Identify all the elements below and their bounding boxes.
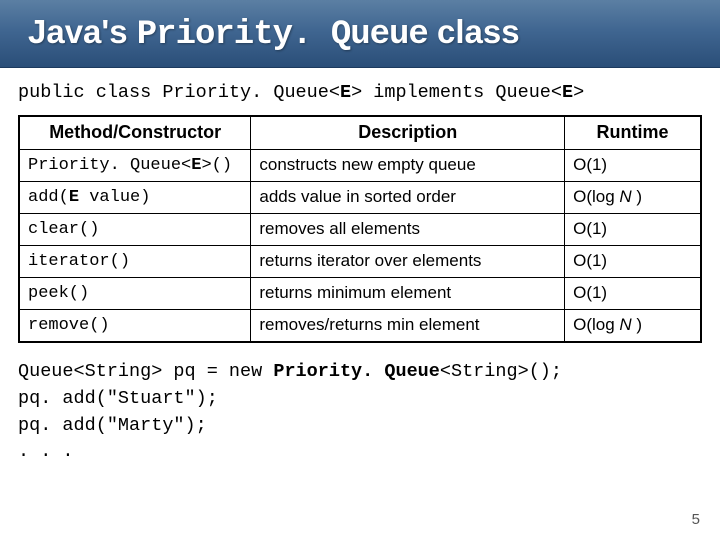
cell-method: remove() — [19, 310, 251, 343]
cell-description: removes all elements — [251, 214, 565, 246]
title-bar: Java's Priority. Queue class — [0, 0, 720, 68]
code-line: Queue<String> pq = new Priority. Queue<S… — [18, 359, 702, 386]
cell-description: constructs new empty queue — [251, 150, 565, 182]
page-number: 5 — [692, 511, 700, 528]
table-row: add(E value) adds value in sorted order … — [19, 182, 701, 214]
sig-post: > — [573, 82, 584, 103]
cell-description: removes/returns min element — [251, 310, 565, 343]
slide-content: public class Priority. Queue<E> implemen… — [0, 68, 720, 466]
table-row: peek() returns minimum element O(1) — [19, 278, 701, 310]
cell-runtime: O(1) — [565, 246, 701, 278]
cell-runtime: O(1) — [565, 214, 701, 246]
cell-runtime: O(1) — [565, 150, 701, 182]
cell-runtime: O(log N ) — [565, 310, 701, 343]
code-line: pq. add("Marty"); — [18, 413, 702, 440]
cell-method: Priority. Queue<E>() — [19, 150, 251, 182]
sig-generic-1: E — [340, 82, 351, 103]
header-description: Description — [251, 116, 565, 150]
table-row: clear() removes all elements O(1) — [19, 214, 701, 246]
cell-method: peek() — [19, 278, 251, 310]
header-runtime: Runtime — [565, 116, 701, 150]
title-mono: Priority. Queue — [137, 16, 428, 54]
sig-mid: > implements Queue< — [351, 82, 562, 103]
cell-description: returns minimum element — [251, 278, 565, 310]
cell-method: iterator() — [19, 246, 251, 278]
cell-method: add(E value) — [19, 182, 251, 214]
sig-generic-2: E — [562, 82, 573, 103]
cell-description: adds value in sorted order — [251, 182, 565, 214]
code-line: . . . — [18, 439, 702, 466]
api-table: Method/Constructor Description Runtime P… — [18, 115, 702, 343]
example-code-block: Queue<String> pq = new Priority. Queue<S… — [18, 359, 702, 466]
class-signature: public class Priority. Queue<E> implemen… — [18, 82, 702, 103]
slide-title: Java's Priority. Queue class — [28, 13, 520, 54]
table-header-row: Method/Constructor Description Runtime — [19, 116, 701, 150]
table-row: remove() removes/returns min element O(l… — [19, 310, 701, 343]
cell-method: clear() — [19, 214, 251, 246]
table-row: iterator() returns iterator over element… — [19, 246, 701, 278]
cell-runtime: O(1) — [565, 278, 701, 310]
table-row: Priority. Queue<E>() constructs new empt… — [19, 150, 701, 182]
sig-pre: public class Priority. Queue< — [18, 82, 340, 103]
title-prefix: Java's — [28, 13, 137, 50]
cell-description: returns iterator over elements — [251, 246, 565, 278]
header-method: Method/Constructor — [19, 116, 251, 150]
code-line: pq. add("Stuart"); — [18, 386, 702, 413]
cell-runtime: O(log N ) — [565, 182, 701, 214]
title-suffix: class — [428, 13, 520, 50]
